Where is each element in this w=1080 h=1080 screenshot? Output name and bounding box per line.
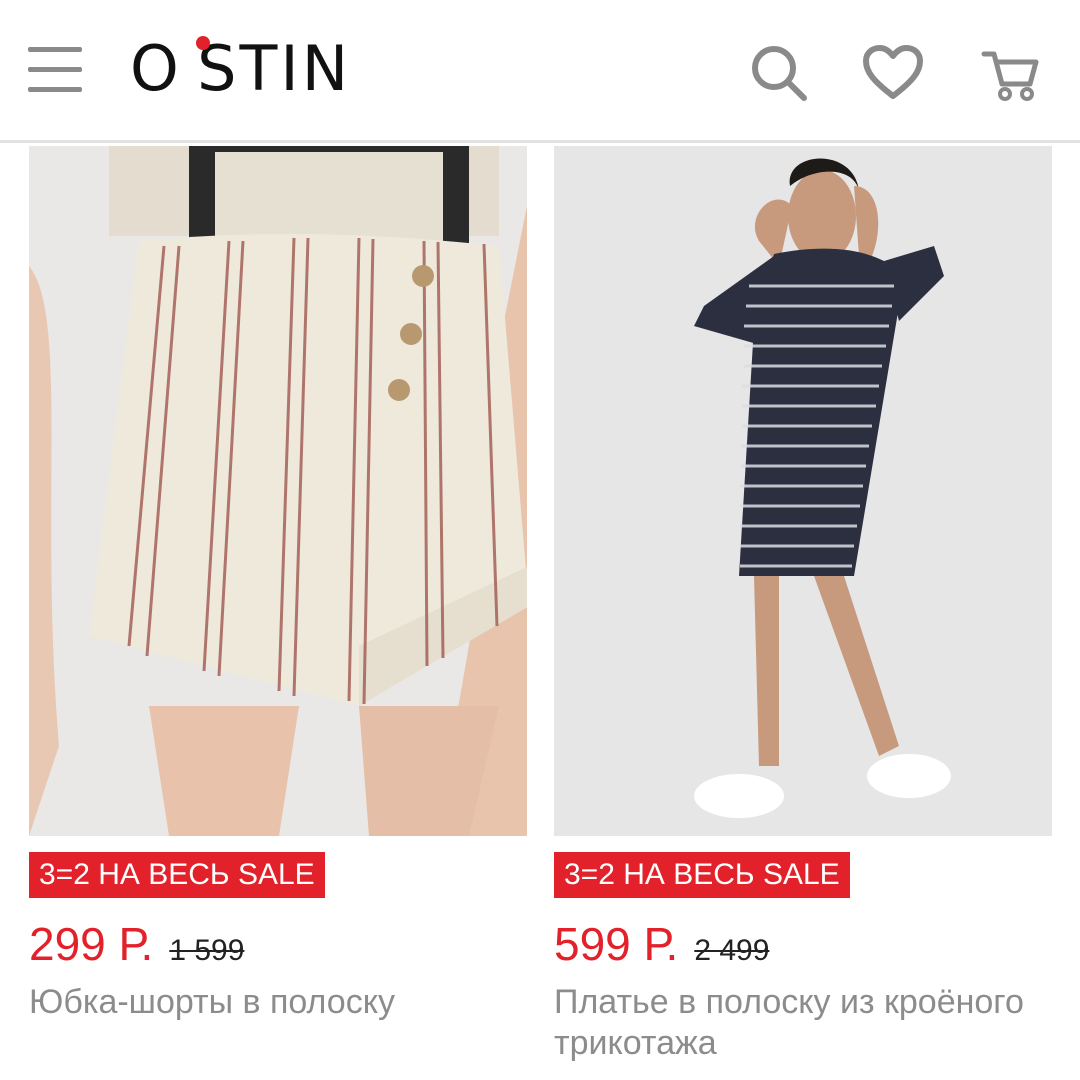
current-price: 599 Р.	[554, 918, 679, 970]
product-card-dress[interactable]: 3=2 НА ВЕСЬ SALE 599 Р. 2 499 Платье в п…	[554, 146, 1052, 1062]
product-card-skort[interactable]: 3=2 НА ВЕСЬ SALE 299 Р. 1 599 Юбка-шорты…	[29, 146, 527, 1021]
product-title[interactable]: Платье в полоску из кроёного трикотажа	[554, 982, 1052, 1064]
logo-text: O STIN	[130, 32, 352, 105]
logo[interactable]: O STIN	[130, 34, 351, 104]
price-row: 299 Р. 1 599	[29, 918, 244, 970]
heart-icon[interactable]	[862, 42, 924, 104]
search-icon[interactable]	[748, 42, 810, 104]
old-price: 2 499	[694, 934, 770, 967]
menu-icon[interactable]	[28, 45, 82, 95]
top-app-bar: O STIN	[0, 0, 1080, 143]
logo-dot-icon	[196, 36, 210, 50]
price-row: 599 Р. 2 499	[554, 918, 769, 970]
sale-badge: 3=2 НА ВЕСЬ SALE	[29, 852, 325, 898]
product-image[interactable]	[554, 146, 1052, 836]
old-price: 1 599	[169, 934, 245, 967]
cart-icon[interactable]	[980, 42, 1042, 104]
sale-badge: 3=2 НА ВЕСЬ SALE	[554, 852, 850, 898]
product-image[interactable]	[29, 146, 527, 836]
product-title[interactable]: Юбка-шорты в полоску	[29, 982, 527, 1023]
current-price: 299 Р.	[29, 918, 154, 970]
